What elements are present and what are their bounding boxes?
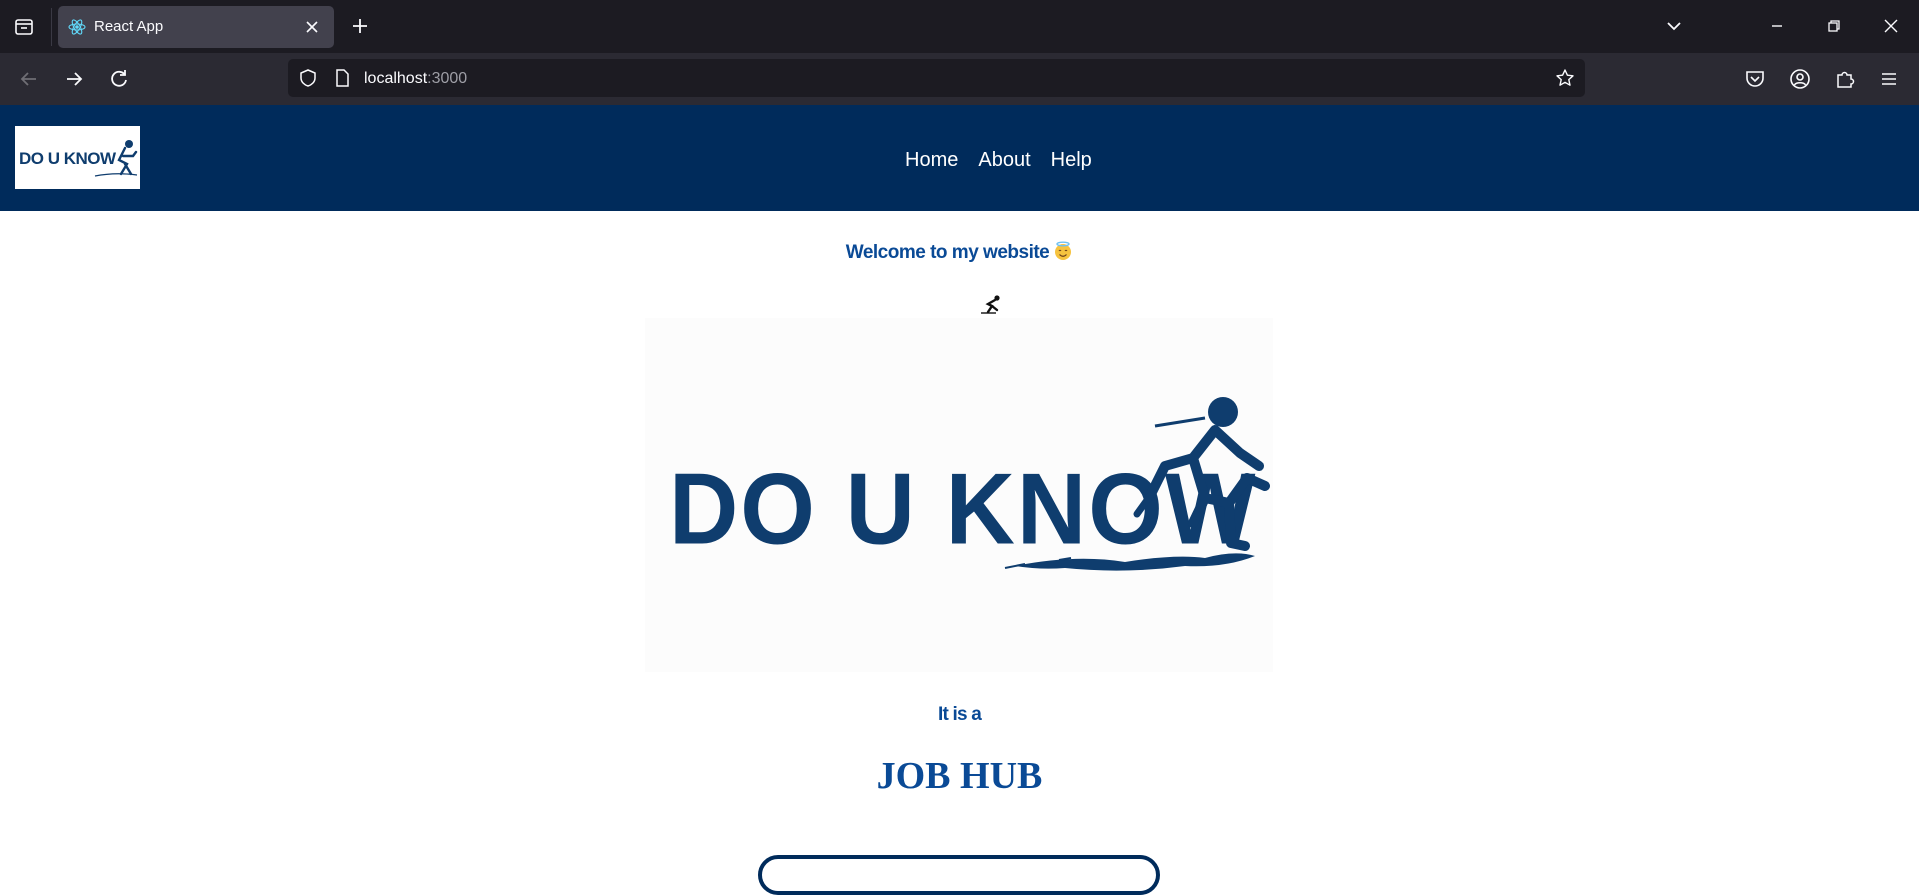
account-icon[interactable] bbox=[1787, 66, 1813, 92]
welcome-text: Welcome to my website bbox=[845, 242, 1050, 263]
shield-icon[interactable] bbox=[298, 68, 318, 88]
nav-about-link[interactable]: About bbox=[978, 149, 1030, 172]
runner-icon bbox=[980, 294, 1004, 316]
url-text[interactable]: localhost:3000 bbox=[364, 70, 467, 88]
extensions-icon[interactable] bbox=[1832, 66, 1858, 92]
url-host: localhost bbox=[364, 70, 428, 87]
back-arrow-icon[interactable] bbox=[14, 64, 44, 94]
new-tab-icon[interactable] bbox=[346, 12, 374, 40]
site-navbar: DO U KNOW Home About Help bbox=[0, 105, 1919, 211]
close-window-icon[interactable] bbox=[1877, 12, 1905, 40]
url-port: :3000 bbox=[427, 70, 468, 87]
cta-button[interactable] bbox=[758, 855, 1160, 895]
nav-home-link[interactable]: Home bbox=[905, 149, 958, 172]
tab-separator bbox=[51, 8, 52, 46]
nav-help-link[interactable]: Help bbox=[1051, 149, 1092, 172]
nav-links: Home About Help bbox=[905, 149, 1092, 172]
tab-react-app[interactable]: React App bbox=[58, 6, 334, 48]
tagline-big: JOB HUB bbox=[876, 755, 1043, 797]
close-tab-icon[interactable] bbox=[302, 17, 322, 37]
browser-toolbar: localhost:3000 bbox=[0, 53, 1919, 105]
react-icon bbox=[68, 18, 86, 36]
logo-text: DO U KNOW bbox=[19, 149, 117, 168]
hero-logo-image: DO U KNOW bbox=[645, 318, 1273, 672]
browser-tab-bar: React App bbox=[0, 0, 1919, 53]
tagline-small: It is a bbox=[938, 704, 982, 725]
restore-icon[interactable] bbox=[1820, 12, 1848, 40]
forward-arrow-icon[interactable] bbox=[59, 64, 89, 94]
site-logo[interactable]: DO U KNOW bbox=[15, 126, 140, 189]
menu-icon[interactable] bbox=[1876, 66, 1902, 92]
tab-title: React App bbox=[94, 18, 164, 35]
welcome-heading: Welcome to my website bbox=[0, 241, 1919, 264]
tab-list-chevron-icon[interactable] bbox=[1660, 12, 1688, 40]
firefox-view-icon[interactable] bbox=[8, 12, 40, 42]
address-bar[interactable]: localhost:3000 bbox=[288, 59, 1585, 97]
smiling-angel-emoji-icon bbox=[1053, 241, 1073, 261]
bookmark-star-icon[interactable] bbox=[1555, 68, 1575, 88]
reload-icon[interactable] bbox=[104, 64, 134, 94]
page-icon[interactable] bbox=[332, 68, 352, 88]
minimize-icon[interactable] bbox=[1763, 12, 1791, 40]
pocket-icon[interactable] bbox=[1742, 66, 1768, 92]
